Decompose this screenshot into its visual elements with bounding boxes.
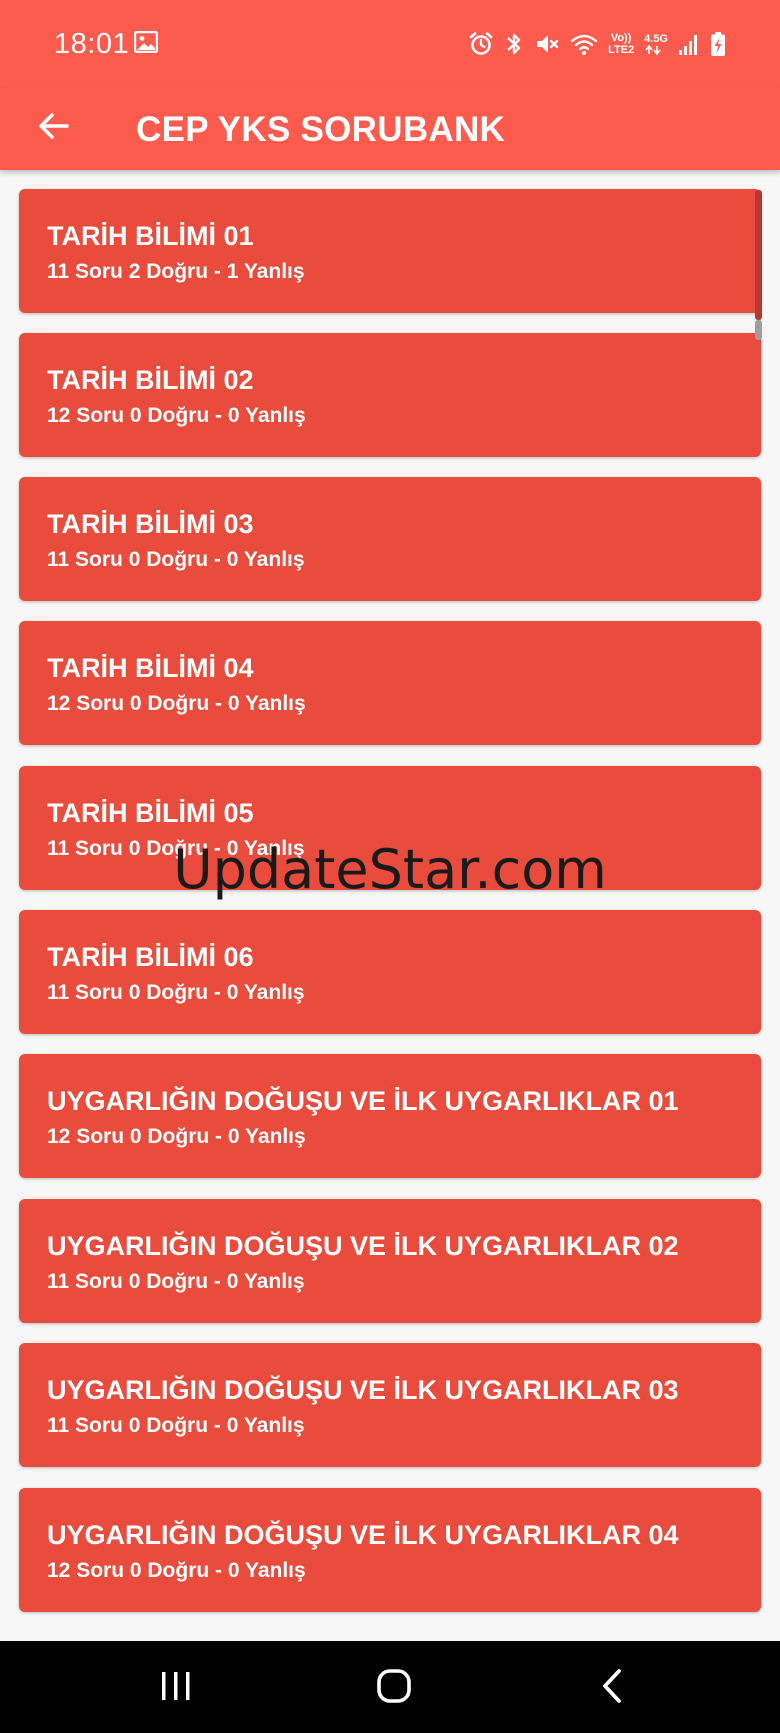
status-icons: Vo)) LTE2 4.5G — [468, 28, 726, 60]
network-label: Vo)) LTE2 — [608, 32, 635, 56]
list-item-subtitle: 11 Soru 0 Doğru - 0 Yanlış — [47, 548, 305, 571]
list-item-subtitle: 11 Soru 0 Doğru - 0 Yanlış — [47, 981, 305, 1004]
list-item-title: TARİH BİLİMİ 01 — [47, 221, 254, 251]
back-button[interactable] — [28, 102, 80, 154]
recents-button[interactable] — [146, 1663, 206, 1713]
nav-back-button[interactable] — [582, 1663, 642, 1713]
home-button[interactable] — [364, 1663, 424, 1713]
list-item-title: TARİH BİLİMİ 02 — [47, 365, 254, 395]
list-item[interactable]: UYGARLIĞIN DOĞUŞU VE İLK UYGARLIKLAR 01 … — [19, 1054, 761, 1178]
list-item[interactable]: TARİH BİLİMİ 03 11 Soru 0 Doğru - 0 Yanl… — [19, 477, 761, 601]
alarm-icon — [468, 31, 494, 57]
list-item-title: UYGARLIĞIN DOĞUŞU VE İLK UYGARLIKLAR 01 — [47, 1086, 679, 1116]
scrollbar-track[interactable] — [755, 190, 762, 320]
list-item-subtitle: 12 Soru 0 Doğru - 0 Yanlış — [47, 692, 306, 715]
signal-type-label: 4.5G — [644, 33, 668, 55]
list-item-title: TARİH BİLİMİ 04 — [47, 653, 254, 683]
list-item-subtitle: 11 Soru 0 Doğru - 0 Yanlış — [47, 1270, 305, 1293]
list-item-title: TARİH BİLİMİ 05 — [47, 798, 254, 828]
list-item[interactable]: TARİH BİLİMİ 06 11 Soru 0 Doğru - 0 Yanl… — [19, 910, 761, 1034]
list-item-subtitle: 12 Soru 0 Doğru - 0 Yanlış — [47, 1125, 306, 1148]
scrollbar-thumb[interactable] — [755, 320, 762, 340]
list-item[interactable]: TARİH BİLİMİ 02 12 Soru 0 Doğru - 0 Yanl… — [19, 333, 761, 457]
vibrate-mute-icon — [534, 31, 560, 57]
status-time: 18:01 — [54, 28, 130, 60]
list-item[interactable]: UYGARLIĞIN DOĞUŞU VE İLK UYGARLIKLAR 03 … — [19, 1343, 761, 1467]
bluetooth-icon — [504, 31, 524, 57]
arrow-back-icon — [37, 109, 71, 148]
list-item-title: UYGARLIĞIN DOĞUŞU VE İLK UYGARLIKLAR 02 — [47, 1231, 679, 1261]
system-nav-bar — [0, 1641, 780, 1733]
list-item[interactable]: TARİH BİLİMİ 05 11 Soru 0 Doğru - 0 Yanl… — [19, 766, 761, 890]
list-item-subtitle: 11 Soru 0 Doğru - 0 Yanlış — [47, 837, 305, 860]
gallery-notification-icon — [133, 30, 159, 54]
status-bar: 18:01 Vo)) LTE2 4.5G — [0, 0, 780, 88]
page-title: CEP YKS SORUBANK — [136, 110, 506, 149]
list-item-title: TARİH BİLİMİ 06 — [47, 942, 254, 972]
list-item[interactable]: UYGARLIĞIN DOĞUŞU VE İLK UYGARLIKLAR 02 … — [19, 1199, 761, 1323]
list-item-title: TARİH BİLİMİ 03 — [47, 509, 254, 539]
signal-strength-icon — [678, 32, 700, 56]
list-item-subtitle: 11 Soru 2 Doğru - 1 Yanlış — [47, 260, 305, 283]
app-bar: CEP YKS SORUBANK — [0, 88, 780, 170]
quiz-list[interactable]: TARİH BİLİMİ 01 11 Soru 2 Doğru - 1 Yanl… — [0, 170, 780, 1641]
list-item[interactable]: UYGARLIĞIN DOĞUŞU VE İLK UYGARLIKLAR 04 … — [19, 1488, 761, 1612]
list-item-subtitle: 12 Soru 0 Doğru - 0 Yanlış — [47, 1559, 306, 1582]
list-item-subtitle: 11 Soru 0 Doğru - 0 Yanlış — [47, 1414, 305, 1437]
list-item-subtitle: 12 Soru 0 Doğru - 0 Yanlış — [47, 404, 306, 427]
home-icon — [375, 1667, 413, 1710]
list-item[interactable]: TARİH BİLİMİ 01 11 Soru 2 Doğru - 1 Yanl… — [19, 189, 761, 313]
list-item-title: UYGARLIĞIN DOĞUŞU VE İLK UYGARLIKLAR 04 — [47, 1520, 679, 1550]
list-item-title: UYGARLIĞIN DOĞUŞU VE İLK UYGARLIKLAR 03 — [47, 1375, 679, 1405]
battery-charging-icon — [710, 31, 726, 57]
data-arrows-icon — [644, 45, 668, 55]
wifi-icon — [570, 31, 598, 57]
recents-icon — [158, 1669, 194, 1708]
nav-back-icon — [597, 1667, 627, 1710]
list-item[interactable]: TARİH BİLİMİ 04 12 Soru 0 Doğru - 0 Yanl… — [19, 621, 761, 745]
